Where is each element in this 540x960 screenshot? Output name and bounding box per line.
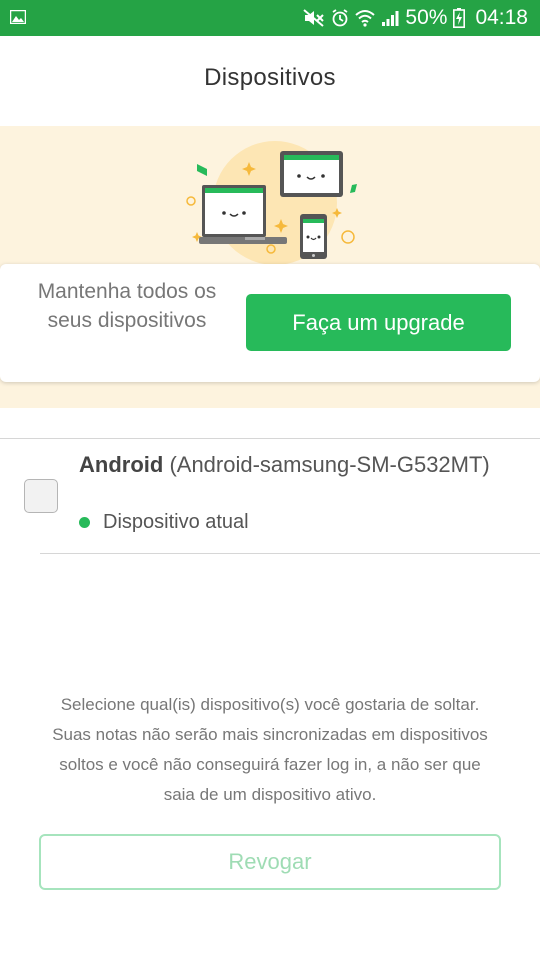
device-name: Android (Android-samsung-SM-G532MT) bbox=[79, 451, 519, 478]
divider bbox=[40, 553, 540, 554]
device-status-label: Dispositivo atual bbox=[103, 511, 249, 533]
upgrade-banner: Mantenha todos os seus dispositivos Faça… bbox=[0, 126, 540, 408]
wifi-icon bbox=[355, 9, 376, 27]
status-dot-icon bbox=[79, 517, 90, 528]
alarm-icon bbox=[331, 9, 349, 27]
clock: 04:18 bbox=[475, 6, 528, 29]
device-status: Dispositivo atual bbox=[79, 511, 249, 534]
battery-percent: 50% bbox=[405, 6, 448, 29]
upgrade-text: Mantenha todos os seus dispositivos bbox=[37, 280, 217, 332]
page-title: Dispositivos bbox=[204, 64, 336, 91]
header: Dispositivos bbox=[0, 36, 540, 126]
upgrade-button[interactable]: Faça um upgrade bbox=[246, 294, 511, 351]
device-checkbox[interactable] bbox=[24, 479, 58, 513]
device-name-bold: Android bbox=[79, 452, 164, 477]
gallery-icon bbox=[9, 9, 27, 25]
status-bar: 50% 04:18 bbox=[0, 0, 540, 36]
device-name-detail: (Android-samsung-SM-G532MT) bbox=[163, 452, 490, 477]
devices-illustration bbox=[186, 141, 357, 265]
mute-icon bbox=[303, 9, 325, 27]
info-text: Selecione qual(is) dispositivo(s) você g… bbox=[52, 695, 488, 804]
battery-icon bbox=[453, 8, 466, 28]
upgrade-card: Mantenha todos os seus dispositivos Faça… bbox=[0, 264, 540, 382]
revoke-button[interactable]: Revogar bbox=[39, 834, 501, 890]
signal-icon bbox=[381, 9, 399, 27]
device-row[interactable]: Android (Android-samsung-SM-G532MT) Disp… bbox=[0, 439, 540, 554]
